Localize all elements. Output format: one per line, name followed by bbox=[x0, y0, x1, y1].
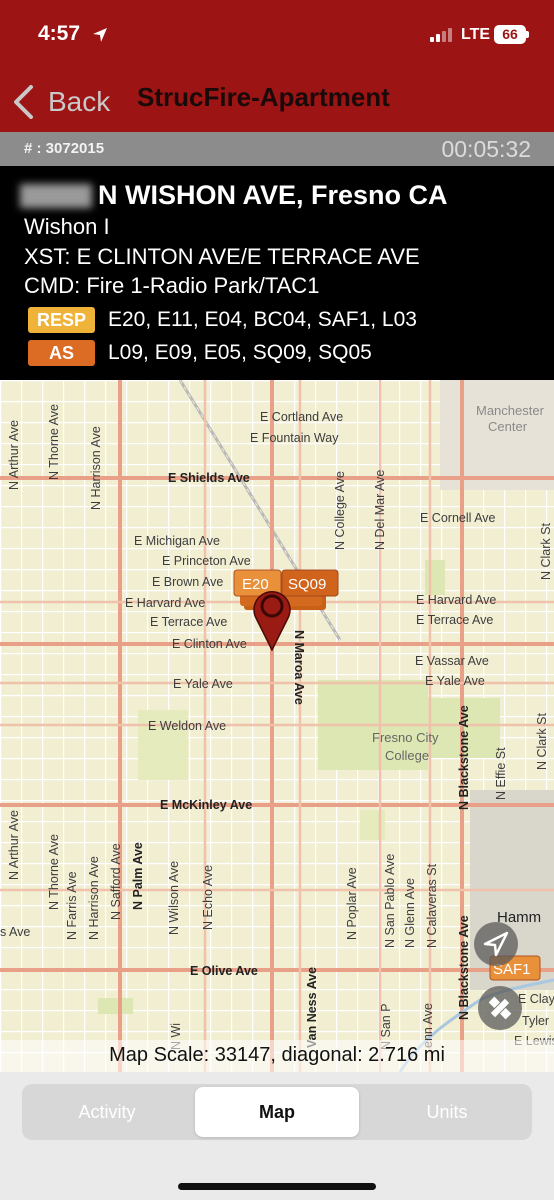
street-label: E Weldon Ave bbox=[148, 719, 226, 733]
tab-units[interactable]: Units bbox=[365, 1087, 529, 1137]
status-bar: 4:57 LTE 66 bbox=[0, 0, 554, 72]
map-scale-bar: Map Scale: 33147, diagonal: 2.716 mi bbox=[0, 1040, 554, 1072]
back-label: Back bbox=[48, 86, 111, 117]
place-label: Center bbox=[488, 419, 528, 434]
street-label: N San Pablo Ave bbox=[383, 854, 397, 948]
street-label: E Harvard Ave bbox=[416, 593, 496, 607]
place-label: Manchester bbox=[476, 403, 545, 418]
street-label: s Ave bbox=[0, 925, 30, 939]
nav-bar: Back StrucFire-Apartment bbox=[0, 72, 554, 132]
street-label: N Clark St bbox=[539, 523, 553, 580]
battery-tip bbox=[526, 31, 529, 38]
incident-address: N WISHON AVE, Fresno CA bbox=[98, 180, 448, 210]
street-label: E Clay bbox=[518, 992, 554, 1006]
street-label: E Princeton Ave bbox=[162, 554, 251, 568]
street-label: N Harrison Ave bbox=[87, 856, 101, 940]
street-label: N Effie St bbox=[494, 747, 508, 800]
street-label: E Terrace Ave bbox=[150, 615, 227, 629]
bottom-bar: Activity Map Units bbox=[0, 1072, 554, 1200]
street-label: E Shields Ave bbox=[168, 471, 250, 485]
street-label: N Harrison Ave bbox=[89, 426, 103, 510]
home-indicator bbox=[178, 1183, 376, 1190]
street-label: Van Ness Ave bbox=[305, 967, 319, 1048]
unit-marker-label: SQ09 bbox=[288, 576, 326, 593]
elapsed-timer: 00:05:32 bbox=[441, 136, 531, 162]
incident-details: N WISHON AVE, Fresno CA Wishon I XST: E … bbox=[0, 166, 554, 380]
street-label: E Clinton Ave bbox=[172, 637, 247, 651]
assigned-units: L09, E09, E05, SQ09, SQ05 bbox=[108, 341, 372, 364]
street-label: N Echo Ave bbox=[201, 865, 215, 930]
commercial-area bbox=[440, 380, 554, 490]
place-label: College bbox=[385, 748, 429, 763]
back-button[interactable]: Back bbox=[10, 80, 110, 124]
tab-activity[interactable]: Activity bbox=[25, 1087, 189, 1137]
incident-info-strip: # : 3072015 00:05:32 bbox=[0, 132, 554, 166]
street-label: N Blackstone Ave bbox=[457, 705, 471, 810]
chevron-left-icon bbox=[14, 85, 33, 119]
tab-map[interactable]: Map bbox=[195, 1087, 359, 1137]
street-label: E McKinley Ave bbox=[160, 798, 252, 812]
street-label: E Cornell Ave bbox=[420, 511, 496, 525]
street-label: N Arthur Ave bbox=[7, 420, 21, 490]
incident-map[interactable]: E Cortland Ave E Fountain Way E Shields … bbox=[0, 380, 554, 1072]
street-label: N Thorne Ave bbox=[47, 404, 61, 480]
street-label: E Harvard Ave bbox=[125, 596, 205, 610]
map-canvas: E Cortland Ave E Fountain Way E Shields … bbox=[0, 380, 554, 1072]
location-name: Wishon I bbox=[24, 214, 110, 239]
carrier-label: LTE bbox=[461, 26, 491, 43]
as-badge: AS bbox=[28, 340, 95, 366]
status-time: 4:57 bbox=[38, 22, 81, 45]
resp-badge: RESP bbox=[28, 307, 95, 333]
street-label: N Poplar Ave bbox=[345, 867, 359, 940]
street-label: N Safford Ave bbox=[109, 843, 123, 920]
street-label: N Wilson Ave bbox=[167, 861, 181, 935]
command-channel: CMD: Fire 1-Radio Park/TAC1 bbox=[24, 273, 320, 298]
street-label: N Thorne Ave bbox=[47, 834, 61, 910]
street-label: E Cortland Ave bbox=[260, 410, 343, 424]
cellular-signal-icon bbox=[430, 28, 454, 42]
street-label: N Maroa Ave bbox=[292, 630, 306, 705]
street-label: E Michigan Ave bbox=[134, 534, 220, 548]
redacted-house-number bbox=[20, 184, 92, 208]
park-area bbox=[98, 998, 133, 1014]
street-label: N Blackstone Ave bbox=[457, 915, 471, 1020]
street-label: N Palm Ave bbox=[131, 842, 145, 910]
street-label: N Arthur Ave bbox=[7, 810, 21, 880]
view-segmented-control: Activity Map Units bbox=[22, 1084, 532, 1140]
navigation-arrow-icon bbox=[483, 931, 509, 957]
street-label: N Del Mar Ave bbox=[373, 470, 387, 550]
location-arrow-icon bbox=[93, 28, 107, 42]
street-label: E Olive Ave bbox=[190, 964, 258, 978]
battery-icon: 66 bbox=[494, 25, 526, 44]
street-label: N Clark St bbox=[535, 713, 549, 770]
street-label: N Calaveras St bbox=[425, 863, 439, 948]
unit-marker-label: E20 bbox=[242, 576, 269, 593]
park-area bbox=[425, 560, 445, 595]
satellite-layer-button[interactable] bbox=[478, 986, 522, 1030]
street-label: E Yale Ave bbox=[425, 674, 485, 688]
street-label: N Farris Ave bbox=[65, 871, 79, 940]
recenter-button[interactable] bbox=[474, 922, 518, 966]
incident-number: # : 3072015 bbox=[24, 140, 105, 157]
street-label: Tyler bbox=[522, 1014, 549, 1028]
street-label: E Fountain Way bbox=[250, 431, 339, 445]
street-label: E Yale Ave bbox=[173, 677, 233, 691]
page-title: StrucFire-Apartment bbox=[137, 82, 390, 112]
street-label: N Glenn Ave bbox=[403, 878, 417, 948]
street-label: E Brown Ave bbox=[152, 575, 223, 589]
satellite-icon bbox=[488, 996, 512, 1020]
place-label: Fresno City bbox=[372, 730, 439, 745]
street-label: E Vassar Ave bbox=[415, 654, 489, 668]
street-label: E Terrace Ave bbox=[416, 613, 493, 627]
responding-units: E20, E11, E04, BC04, SAF1, L03 bbox=[108, 308, 417, 331]
street-label: N College Ave bbox=[333, 471, 347, 550]
map-scale-text: Map Scale: 33147, diagonal: 2.716 mi bbox=[109, 1044, 445, 1066]
cross-streets: XST: E CLINTON AVE/E TERRACE AVE bbox=[24, 244, 420, 269]
